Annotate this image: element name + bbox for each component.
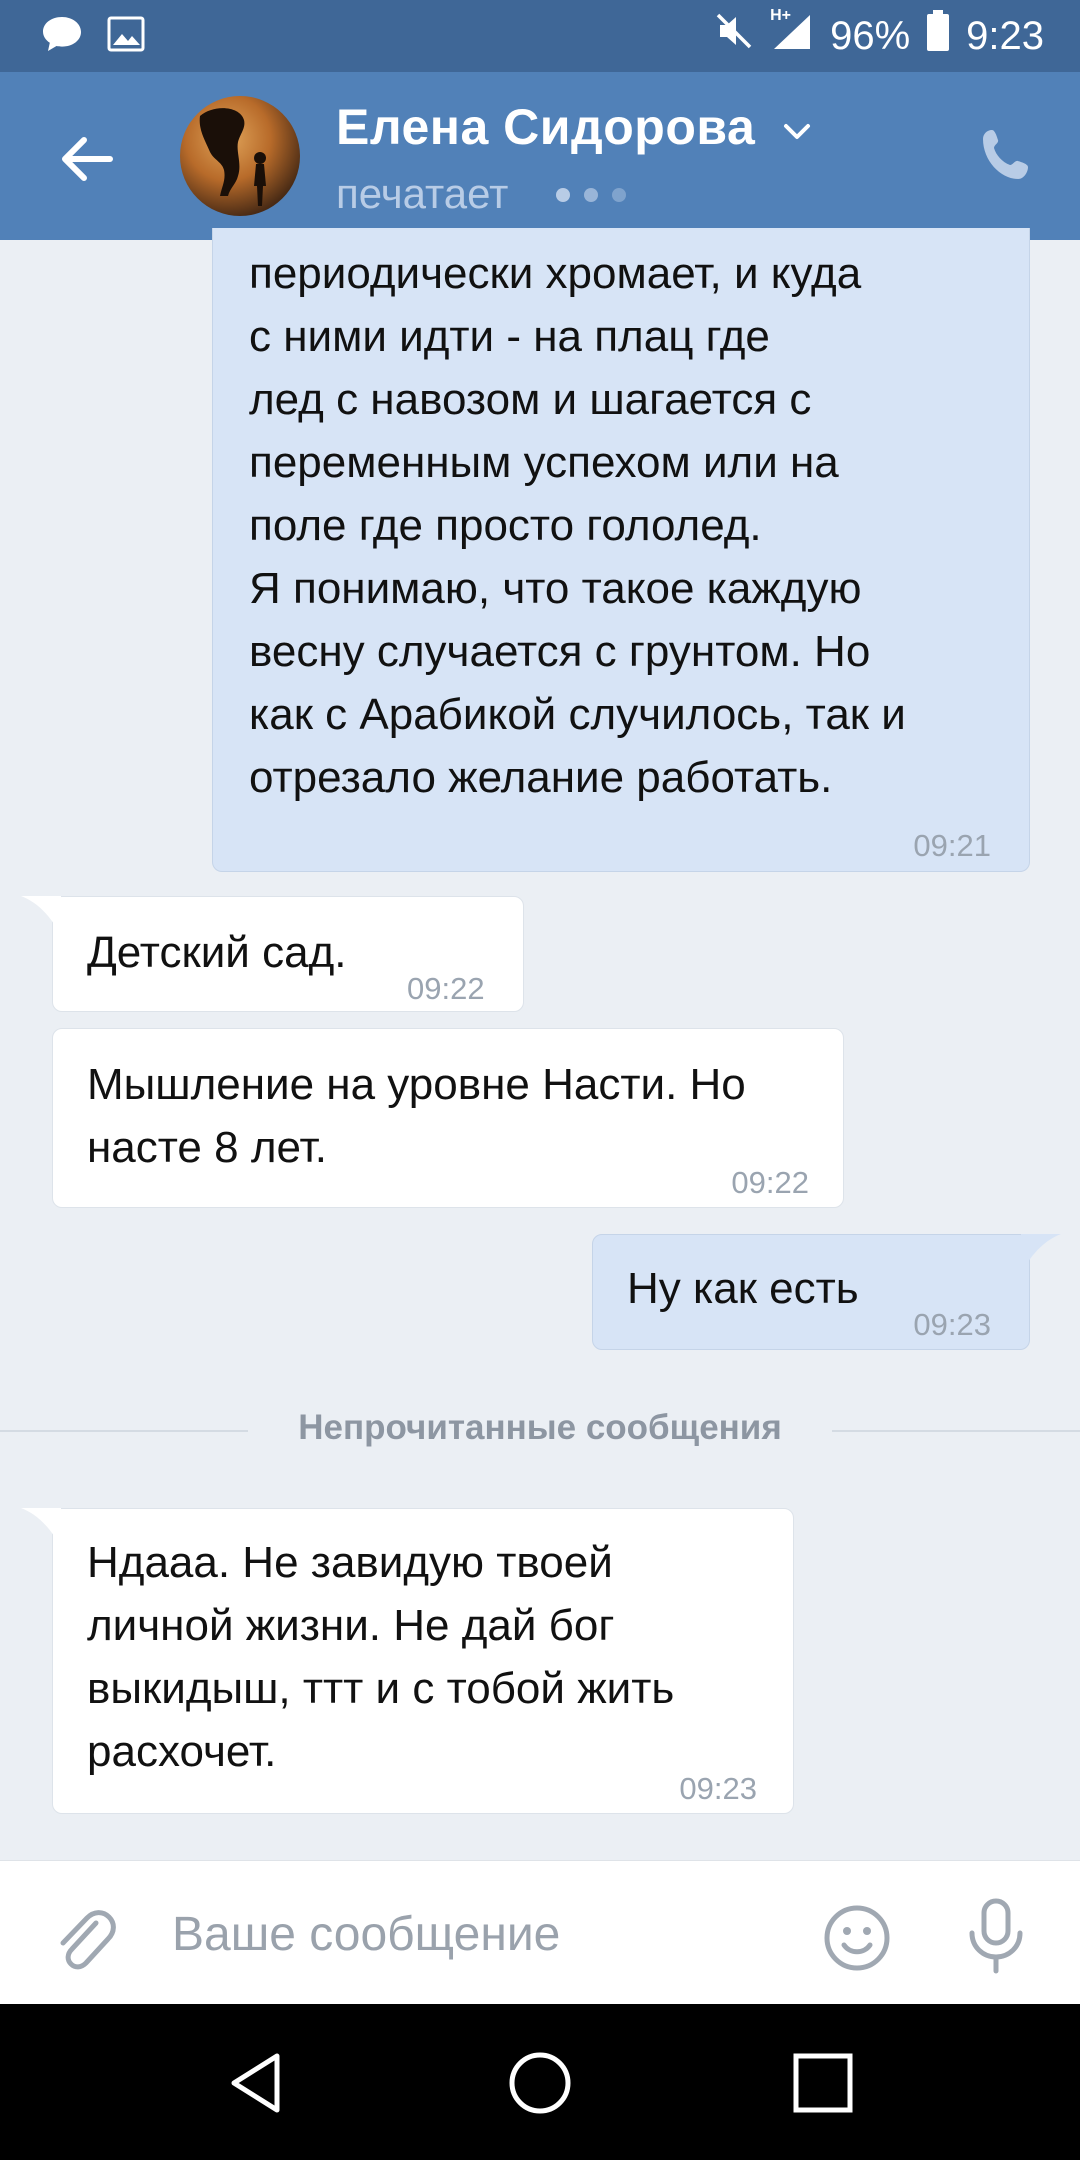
back-button[interactable]: [52, 124, 122, 194]
emoji-icon: [824, 1905, 890, 1971]
nav-recent-apps-button[interactable]: [790, 2050, 856, 2116]
chevron-down-icon[interactable]: [780, 114, 814, 148]
message-text: Ну как есть: [627, 1264, 859, 1313]
message-text: периодически хромает, и куда с ними идти…: [249, 249, 906, 802]
message-time: 09:21: [913, 828, 991, 863]
signal-icon: H+: [770, 7, 814, 61]
bubble-tail: [21, 896, 61, 936]
nav-back-button[interactable]: [222, 2048, 292, 2118]
nav-home-button[interactable]: [505, 2048, 575, 2118]
message-bubble-incoming[interactable]: Детский сад. 09:22: [21, 896, 524, 1012]
call-button[interactable]: [976, 124, 1038, 186]
emoji-button[interactable]: [822, 1903, 892, 1973]
paperclip-icon: [60, 1910, 116, 1970]
chat-header: Елена Сидорова печатает: [0, 72, 1080, 240]
message-text: Мышление на уровне Насти. Но насте 8 лет…: [87, 1060, 746, 1172]
contact-name[interactable]: Елена Сидорова: [336, 98, 755, 156]
message-notification-icon: [40, 14, 84, 59]
image-notification-icon: [106, 14, 146, 59]
avatar[interactable]: [180, 96, 300, 216]
microphone-icon: [969, 1898, 1023, 1974]
battery-percent: 96%: [830, 13, 911, 58]
message-composer: [0, 1860, 1080, 2005]
message-time: 09:22: [407, 971, 485, 1006]
clock: 9:23: [966, 13, 1044, 58]
bubble-tail: [1021, 1234, 1061, 1274]
status-bar: H+ 96% 9:23: [0, 0, 1080, 72]
message-time: 09:23: [913, 1307, 991, 1342]
nav-recent-icon: [793, 2053, 853, 2113]
nav-home-icon: [509, 2052, 571, 2114]
message-time: 09:22: [731, 1165, 809, 1200]
nav-back-icon: [231, 2053, 280, 2113]
typing-indicator: [556, 188, 626, 202]
typing-status: печатает: [336, 170, 509, 217]
network-type-label: H+: [770, 7, 791, 24]
voice-message-button[interactable]: [964, 1897, 1028, 1977]
message-bubble-incoming[interactable]: Мышление на уровне Насти. Но насте 8 лет…: [52, 1028, 844, 1208]
message-text: Детский сад.: [87, 928, 347, 977]
attach-button[interactable]: [52, 1903, 116, 1975]
message-input[interactable]: [170, 1897, 774, 1971]
message-time: 09:23: [679, 1771, 757, 1806]
unread-divider-label: Непрочитанные сообщения: [298, 1408, 782, 1447]
message-bubble-outgoing[interactable]: периодически хромает, и куда с ними идти…: [212, 228, 1030, 872]
bubble-tail: [21, 1508, 61, 1548]
message-text: Ндааа. Не завидую твоей личной жизни. Не…: [87, 1538, 675, 1776]
battery-icon: [926, 10, 950, 62]
unread-messages-divider: Непрочитанные сообщения: [0, 1408, 1080, 1452]
muted-icon: [714, 11, 754, 61]
message-bubble-incoming[interactable]: Ндааа. Не завидую твоей личной жизни. Не…: [21, 1508, 794, 1814]
back-arrow-icon: [62, 137, 113, 181]
system-navigation-bar: [0, 2004, 1080, 2160]
message-bubble-outgoing[interactable]: Ну как есть 09:23: [592, 1234, 1061, 1350]
phone-icon: [983, 130, 1028, 179]
